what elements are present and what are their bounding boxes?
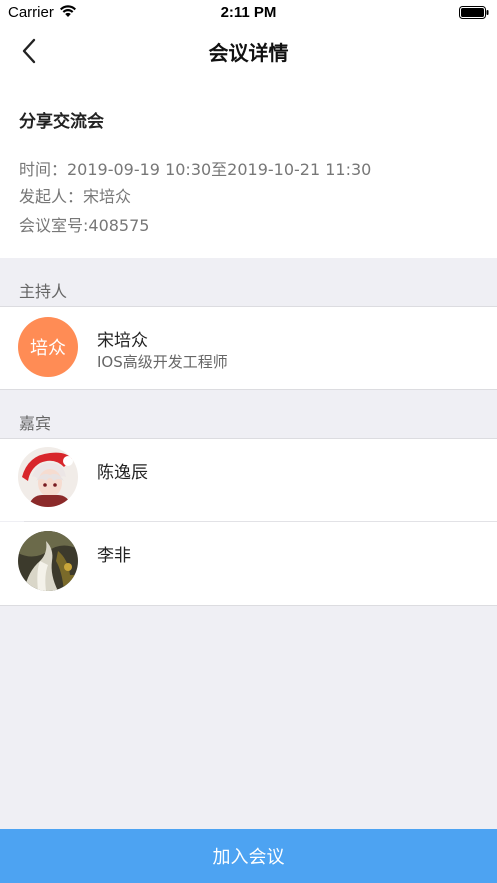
guest-row[interactable]: 李非 xyxy=(0,522,497,605)
guest-section-label: 嘉宾 xyxy=(19,414,52,433)
divider xyxy=(0,605,497,606)
host-job-title: IOS高级开发工程师 xyxy=(97,353,228,371)
host-avatar: 培众 xyxy=(18,317,78,377)
meeting-info-card: 分享交流会 时间：2019-09-19 10:30至2019-10-21 11:… xyxy=(0,76,497,258)
battery-icon xyxy=(459,6,489,19)
guest-row[interactable]: 陈逸辰 xyxy=(0,439,497,521)
guest-section-header: 嘉宾 xyxy=(0,390,497,438)
meeting-initiator: 发起人：宋培众 xyxy=(19,187,132,206)
host-name: 宋培众 xyxy=(97,331,148,351)
guest-name: 陈逸辰 xyxy=(97,463,148,483)
meeting-room-number: 会议室号:408575 xyxy=(19,216,150,235)
host-section-header: 主持人 xyxy=(0,258,497,306)
guest-name: 李非 xyxy=(97,546,131,566)
page-title: 会议详情 xyxy=(208,41,289,65)
status-time: 2:11 PM xyxy=(220,4,277,21)
guest-avatar xyxy=(18,531,78,591)
meeting-name: 分享交流会 xyxy=(19,112,104,132)
meeting-time: 时间：2019-09-19 10:30至2019-10-21 11:30 xyxy=(19,160,372,179)
guest-avatar xyxy=(18,447,78,507)
meeting-detail-screen: Carrier 2:11 PM 会议详情 分享交流会 时间：2019-09-19… xyxy=(0,0,497,883)
host-section-label: 主持人 xyxy=(19,282,68,301)
status-bar: Carrier 2:11 PM xyxy=(0,0,497,26)
nav-bar: 会议详情 xyxy=(0,26,497,76)
join-meeting-button[interactable]: 加入会议 xyxy=(0,829,497,883)
host-row[interactable]: 培众 宋培众 IOS高级开发工程师 xyxy=(0,307,497,389)
